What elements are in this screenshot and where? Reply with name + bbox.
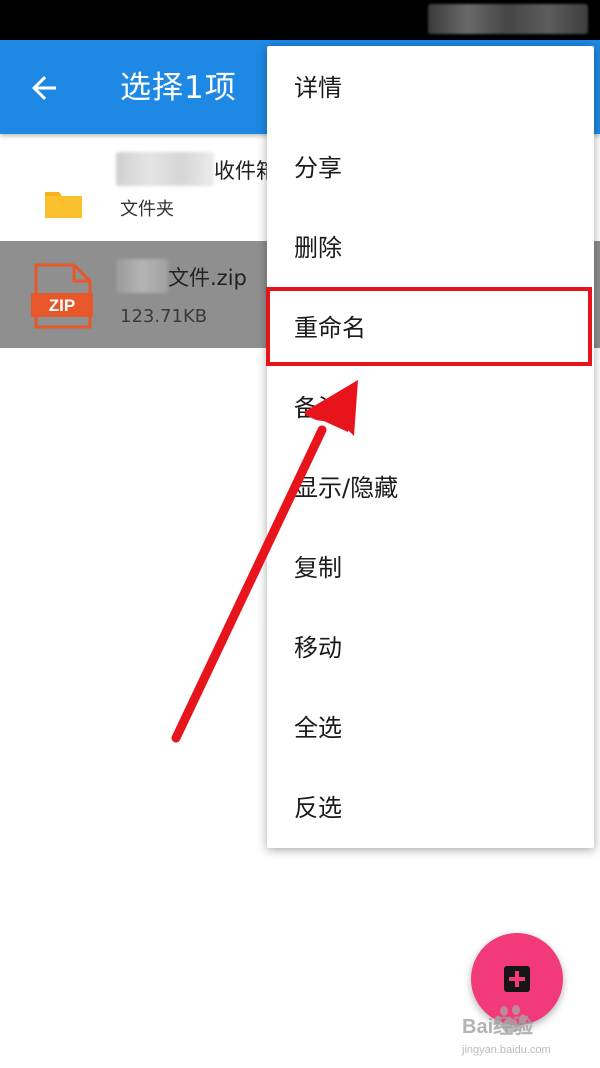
zip-file-icon: ZIP bbox=[31, 263, 93, 329]
page-title: 选择1项 bbox=[120, 70, 237, 106]
file-name: 文件.zip bbox=[168, 266, 247, 290]
watermark-text: Bai经验 bbox=[462, 1016, 534, 1038]
status-icons-blurred bbox=[428, 4, 588, 34]
add-icon bbox=[504, 966, 530, 992]
context-menu: 详情 分享 删除 重命名 备注 显示/隐藏 复制 移动 全选 反选 bbox=[267, 46, 594, 848]
file-type-label: 文件夹 bbox=[120, 199, 174, 220]
watermark-url: jingyan.baidu.com bbox=[462, 1044, 551, 1056]
menu-item-move[interactable]: 移动 bbox=[267, 608, 594, 688]
menu-item-show-hide[interactable]: 显示/隐藏 bbox=[267, 448, 594, 528]
menu-item-share[interactable]: 分享 bbox=[267, 128, 594, 208]
menu-item-copy[interactable]: 复制 bbox=[267, 528, 594, 608]
menu-item-invert-selection[interactable]: 反选 bbox=[267, 768, 594, 848]
back-arrow-icon[interactable] bbox=[26, 70, 62, 106]
menu-item-note[interactable]: 备注 bbox=[267, 368, 594, 448]
menu-item-select-all[interactable]: 全选 bbox=[267, 688, 594, 768]
zip-badge-text: ZIP bbox=[49, 296, 75, 315]
blurred-name bbox=[116, 152, 214, 186]
highlight-box bbox=[266, 287, 592, 366]
watermark: Bai经验 jingyan.baidu.com bbox=[436, 1004, 596, 1064]
file-size: 123.71KB bbox=[120, 306, 208, 327]
folder-icon bbox=[45, 192, 82, 218]
menu-item-details[interactable]: 详情 bbox=[267, 48, 594, 128]
menu-item-delete[interactable]: 删除 bbox=[267, 208, 594, 288]
blurred-name bbox=[116, 259, 168, 293]
status-bar bbox=[0, 0, 600, 40]
